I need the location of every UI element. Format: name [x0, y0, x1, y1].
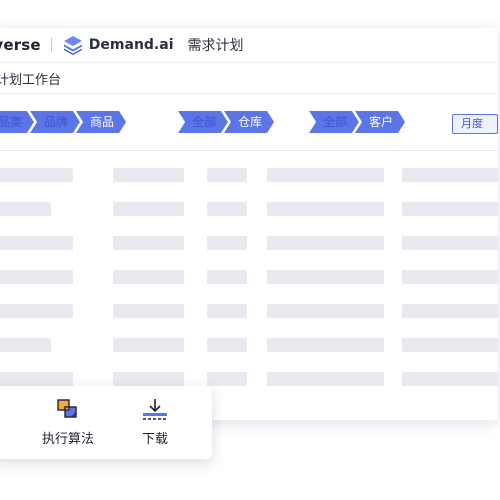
- skeleton-cell: [207, 372, 247, 386]
- skeleton-cell: [113, 236, 184, 250]
- skeleton-cell: [402, 236, 498, 250]
- download-icon: [143, 399, 167, 420]
- download-label: 下载: [141, 432, 168, 447]
- skeleton-cell: [267, 202, 384, 216]
- run-algorithm-button[interactable]: 执行算法: [42, 398, 94, 447]
- skeleton-cell: [207, 338, 247, 352]
- skeleton-cell: [113, 270, 184, 284]
- skeleton-cell: [267, 304, 384, 318]
- customer-hierarchy-filter: 全部 客户: [309, 111, 401, 133]
- skeleton-cell: [267, 270, 384, 284]
- filter-customer-all[interactable]: 全部: [309, 111, 359, 133]
- table-row: [0, 202, 498, 216]
- warehouse-hierarchy-filter: 全部 仓库: [178, 111, 270, 133]
- filter-product-brand[interactable]: 品牌: [30, 111, 80, 133]
- download-button[interactable]: 下载: [141, 398, 169, 447]
- skeleton-cell: [113, 338, 184, 352]
- logo-layers-icon: [63, 36, 82, 55]
- skeleton-cell: [0, 338, 51, 352]
- brand-divider: [50, 38, 52, 52]
- skeleton-cell: [267, 372, 384, 386]
- run-algorithm-icon: [57, 399, 77, 418]
- skeleton-cell: [0, 168, 73, 182]
- run-algorithm-label: 执行算法: [42, 432, 95, 447]
- filter-customer[interactable]: 客户: [355, 111, 405, 133]
- brand-name: Demand.ai: [88, 37, 174, 53]
- table-row: [0, 338, 498, 352]
- skeleton-cell: [267, 338, 384, 352]
- skeleton-cell: [207, 168, 247, 182]
- filter-bar: 品类 品牌 商品 全部 仓库 全部 客户 月度: [0, 93, 498, 151]
- skeleton-cell: [402, 270, 498, 284]
- skeleton-cell: [0, 372, 73, 386]
- skeleton-cell: [207, 202, 247, 216]
- page-title-text: 计划工作台: [0, 72, 62, 88]
- filter-product-category[interactable]: 品类: [0, 111, 34, 133]
- skeleton-cell: [113, 304, 184, 318]
- skeleton-cell: [207, 304, 247, 318]
- period-toggle-button[interactable]: 月度: [452, 114, 498, 134]
- table-row: [0, 270, 498, 284]
- skeleton-cell: [402, 202, 498, 216]
- skeleton-cell: [267, 236, 384, 250]
- skeleton-cell: [0, 270, 73, 284]
- filter-warehouse-all[interactable]: 全部: [178, 111, 228, 133]
- action-toolbar: 执行算法 下载: [0, 386, 212, 459]
- skeleton-cell: [402, 338, 498, 352]
- brand-prefix: iverse: [0, 36, 41, 54]
- filter-warehouse[interactable]: 仓库: [224, 111, 274, 133]
- skeleton-cell: [0, 202, 51, 216]
- module-name[interactable]: 需求计划: [188, 35, 244, 55]
- skeleton-cell: [113, 202, 184, 216]
- table-row: [0, 236, 498, 250]
- table-row: [0, 304, 498, 318]
- planning-workbench-window: iverse Demand.ai 需求计划 计划工作台 品类 品牌 商品 全部 …: [0, 28, 498, 420]
- table-row: [0, 372, 498, 386]
- skeleton-cell: [0, 236, 73, 250]
- page-title: 计划工作台: [0, 63, 498, 94]
- skeleton-cell: [207, 270, 247, 284]
- skeleton-cell: [267, 168, 384, 182]
- filter-product-item[interactable]: 商品: [76, 111, 126, 133]
- skeleton-cell: [0, 304, 73, 318]
- top-bar: iverse Demand.ai 需求计划: [0, 28, 498, 63]
- skeleton-cell: [402, 304, 498, 318]
- table-row: [0, 168, 498, 182]
- skeleton-cell: [207, 236, 247, 250]
- skeleton-cell: [402, 372, 498, 386]
- skeleton-cell: [113, 372, 184, 386]
- product-hierarchy-filter: 品类 品牌 商品: [0, 111, 122, 133]
- skeleton-cell: [113, 168, 184, 182]
- skeleton-cell: [402, 168, 498, 182]
